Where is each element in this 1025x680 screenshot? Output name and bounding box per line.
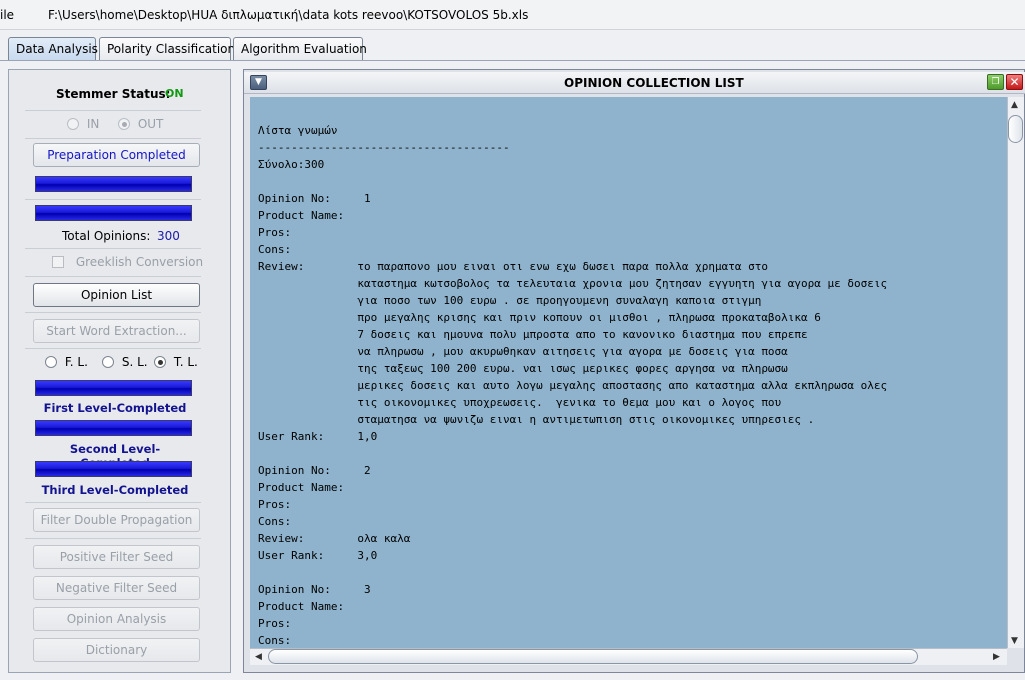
window-menu-icon[interactable]: ▼ [250, 75, 267, 90]
horizontal-scroll-thumb[interactable] [268, 649, 918, 664]
second-level-radio-option[interactable]: S. L. [102, 355, 148, 369]
divider [25, 348, 201, 349]
second-level-progress-bar [35, 420, 192, 436]
fl-radio-label: F. L. [64, 355, 88, 369]
tab-data-analysis[interactable]: Data Analysis [8, 37, 98, 61]
window-restore-icon[interactable]: ❐ [987, 74, 1004, 90]
scroll-down-arrow-icon[interactable]: ▼ [1011, 636, 1018, 646]
first-level-status: First Level-Completed [43, 401, 187, 415]
third-level-progress-bar [35, 461, 192, 477]
negative-filter-seed-button[interactable]: Negative Filter Seed [33, 576, 200, 600]
file-path: F:\Users\home\Desktop\HUA διπλωματική\da… [48, 8, 529, 22]
fl-radio[interactable] [45, 356, 57, 368]
stemmer-status-label: Stemmer Status: [56, 87, 171, 101]
opinion-list-text: Λίστα γνωμών ---------------------------… [258, 124, 888, 647]
divider [25, 110, 201, 111]
tab-divider [0, 60, 1025, 61]
first-level-progress-bar [35, 380, 192, 396]
divider [25, 138, 201, 139]
opinions-progress-bar [35, 205, 192, 221]
tl-radio[interactable] [154, 356, 166, 368]
out-radio[interactable] [118, 118, 130, 130]
divider [25, 276, 201, 277]
tab-algorithm-evaluation[interactable]: Algorithm Evaluation [233, 37, 367, 61]
first-level-radio-option[interactable]: F. L. [45, 355, 88, 369]
out-radio-option[interactable]: OUT [118, 117, 163, 131]
divider [25, 502, 201, 503]
top-bar: ile F:\Users\home\Desktop\HUA διπλωματικ… [0, 0, 1025, 30]
window-title: OPINION COLLECTION LIST [564, 76, 744, 90]
divider [25, 538, 201, 539]
greeklish-conversion-option[interactable]: Greeklish Conversion [52, 255, 203, 269]
scroll-right-arrow-icon[interactable]: ▶ [993, 652, 1000, 662]
third-level-status: Third Level-Completed [41, 483, 189, 497]
tl-radio-label: T. L. [173, 355, 198, 369]
third-level-radio-option[interactable]: T. L. [154, 355, 198, 369]
in-radio-option[interactable]: IN [67, 117, 99, 131]
positive-filter-seed-button[interactable]: Positive Filter Seed [33, 545, 200, 569]
window-close-icon[interactable]: ✕ [1006, 74, 1023, 90]
stemmer-status-value: ON [165, 87, 184, 100]
opinion-list-text-area[interactable]: Λίστα γνωμών ---------------------------… [250, 97, 1007, 648]
opinion-list-button[interactable]: Opinion List [33, 283, 200, 307]
start-word-extraction-button[interactable]: Start Word Extraction... [33, 319, 200, 343]
in-radio-label: IN [86, 117, 100, 131]
vertical-scroll-thumb[interactable] [1008, 115, 1023, 143]
sl-radio[interactable] [102, 356, 114, 368]
greeklish-checkbox[interactable] [52, 256, 64, 268]
divider [25, 312, 201, 313]
sl-radio-label: S. L. [121, 355, 148, 369]
divider [25, 199, 201, 200]
preparation-progress-bar [35, 176, 192, 192]
out-radio-label: OUT [137, 117, 164, 131]
tab-polarity-classification[interactable]: Polarity Classification [99, 37, 235, 61]
opinion-analysis-button[interactable]: Opinion Analysis [33, 607, 200, 631]
total-opinions-value: 300 [157, 229, 180, 243]
file-menu[interactable]: ile [0, 8, 14, 22]
total-opinions-label: Total Opinions: [62, 229, 151, 243]
scroll-up-arrow-icon[interactable]: ▲ [1011, 100, 1018, 110]
greeklish-label: Greeklish Conversion [75, 255, 204, 269]
divider [25, 248, 201, 249]
scroll-left-arrow-icon[interactable]: ◀ [255, 652, 262, 662]
in-radio[interactable] [67, 118, 79, 130]
filter-double-propagation-button[interactable]: Filter Double Propagation [33, 508, 200, 532]
preparation-completed-button[interactable]: Preparation Completed [33, 143, 200, 167]
vertical-scrollbar[interactable] [1007, 97, 1024, 648]
dictionary-button[interactable]: Dictionary [33, 638, 200, 662]
